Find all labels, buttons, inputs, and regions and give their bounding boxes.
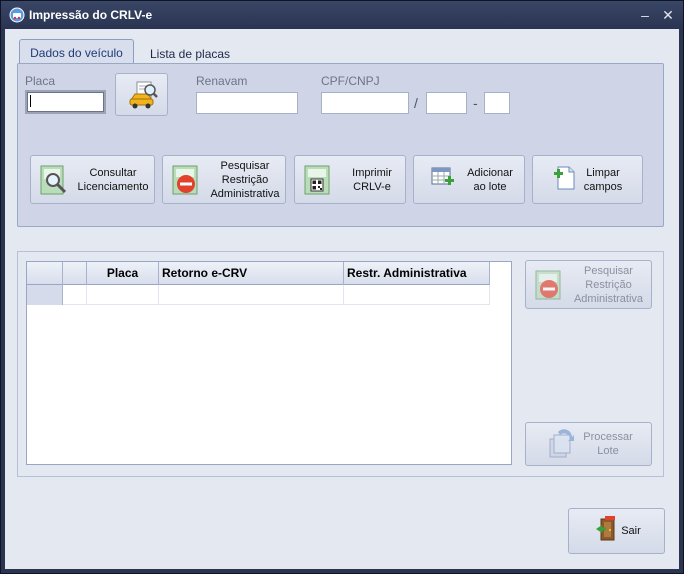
search-document-icon <box>40 165 68 195</box>
grid-header-check[interactable] <box>63 262 87 285</box>
add-table-icon <box>431 165 455 195</box>
row-check-cell[interactable] <box>63 285 87 305</box>
lote-pesquisar-restricao-label: Pesquisar Restrição Administrativa <box>573 264 644 305</box>
cpf-cnpj-label: CPF/CNPJ <box>321 74 380 88</box>
placa-input[interactable] <box>25 90 106 114</box>
sair-label: Sair <box>621 525 641 537</box>
imprimir-crlv-button[interactable]: Imprimir CRLV-e <box>294 155 406 204</box>
close-button[interactable]: ✕ <box>660 7 676 23</box>
tab-dados-veiculo[interactable]: Dados do veículo <box>19 39 134 63</box>
main-window: Impressão do CRLV-e – ✕ Dados do veículo… <box>0 0 684 574</box>
processar-lote-button[interactable]: Processar Lote <box>525 422 652 466</box>
placa-label: Placa <box>25 74 56 88</box>
cpf-digit-input[interactable] <box>484 92 510 114</box>
cnpj-branch-input[interactable] <box>426 92 467 114</box>
grid-header-restricao[interactable]: Restr. Administrativa <box>344 262 490 285</box>
sair-button[interactable]: Sair <box>568 508 665 554</box>
consultar-licenciamento-button[interactable]: Consultar Licenciamento <box>30 155 155 204</box>
title-bar: Impressão do CRLV-e – ✕ <box>1 1 683 29</box>
row-restricao-cell[interactable] <box>344 285 490 305</box>
row-placa-cell[interactable] <box>87 285 159 305</box>
slash-separator: / <box>414 95 418 111</box>
pesquisar-restricao-button[interactable]: Pesquisar Restrição Administrativa <box>162 155 286 204</box>
renavam-input[interactable] <box>196 92 298 114</box>
tab-lista-placas[interactable]: Lista de placas <box>142 41 242 65</box>
cpf-cnpj-input[interactable] <box>321 92 409 114</box>
qr-document-icon <box>304 165 332 195</box>
minimize-button[interactable]: – <box>637 7 653 23</box>
grid-header: Placa Retorno e-CRV Restr. Administrativ… <box>27 262 490 285</box>
vehicle-lookup-button[interactable] <box>115 73 168 116</box>
imprimir-crlv-label: Imprimir CRLV-e <box>352 166 392 193</box>
plates-grid[interactable]: Placa Retorno e-CRV Restr. Administrativ… <box>26 261 512 465</box>
window-title: Impressão do CRLV-e <box>29 8 153 22</box>
car-search-icon <box>128 80 158 110</box>
consultar-licenciamento-label: Consultar Licenciamento <box>77 166 149 193</box>
grid-header-placa[interactable]: Placa <box>87 262 159 285</box>
table-row[interactable] <box>27 285 490 305</box>
limpar-campos-label: Limpar campos <box>583 166 623 193</box>
text-caret <box>30 95 31 107</box>
row-retorno-cell[interactable] <box>159 285 344 305</box>
app-icon <box>9 7 25 23</box>
vehicle-data-panel: Placa Renavam CPF/CNPJ / - Consultar Lic… <box>17 63 664 227</box>
processar-lote-label: Processar Lote <box>583 431 633 457</box>
adicionar-lote-label: Adicionar ao lote <box>467 166 513 193</box>
grid-header-retorno[interactable]: Retorno e-CRV <box>159 262 344 285</box>
dash-separator: - <box>473 95 478 111</box>
process-batch-icon <box>548 429 576 459</box>
lote-pesquisar-restricao-button[interactable]: Pesquisar Restrição Administrativa <box>525 260 652 309</box>
limpar-campos-button[interactable]: Limpar campos <box>532 155 643 204</box>
new-document-icon <box>553 165 575 195</box>
restriction-icon <box>535 270 563 300</box>
lote-panel: Placa Retorno e-CRV Restr. Administrativ… <box>17 251 664 477</box>
adicionar-lote-button[interactable]: Adicionar ao lote <box>413 155 525 204</box>
pesquisar-restricao-label: Pesquisar Restrição Administrativa <box>210 159 280 200</box>
renavam-label: Renavam <box>196 74 248 88</box>
restriction-icon <box>172 165 200 195</box>
grid-header-indicator <box>27 262 63 285</box>
exit-door-icon <box>595 516 617 546</box>
window-body: Dados do veículo Lista de placas Placa R… <box>5 29 679 569</box>
row-indicator[interactable] <box>27 285 63 305</box>
